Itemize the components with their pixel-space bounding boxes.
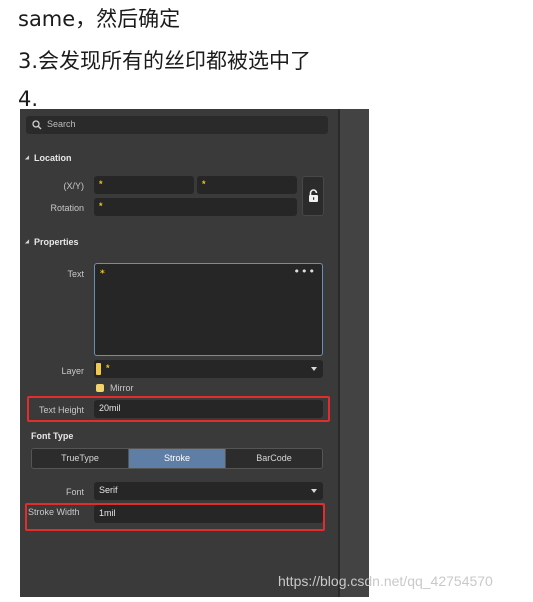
text-value: * bbox=[100, 269, 105, 279]
lock-button[interactable] bbox=[302, 176, 324, 216]
layer-label: Layer bbox=[61, 366, 84, 376]
search-placeholder: Search bbox=[47, 119, 76, 129]
lock-icon bbox=[309, 189, 318, 202]
properties-section-header[interactable]: Properties bbox=[24, 237, 79, 247]
more-options-icon[interactable]: ••• bbox=[294, 265, 316, 278]
font-type-segmented-control[interactable]: TrueType Stroke BarCode bbox=[31, 448, 323, 469]
x-value: * bbox=[99, 179, 103, 189]
properties-panel: Search Location (X/Y) * * Rotation * Pro… bbox=[20, 109, 338, 597]
collapse-triangle-icon bbox=[24, 239, 32, 246]
properties-title: Properties bbox=[34, 237, 79, 247]
panel-divider bbox=[338, 109, 340, 597]
font-type-option-truetype[interactable]: TrueType bbox=[32, 449, 129, 468]
font-type-title: Font Type bbox=[31, 431, 74, 441]
watermark: https://blog.csdn.net/qq_42754570 bbox=[278, 573, 493, 589]
collapse-triangle-icon bbox=[24, 155, 32, 162]
layer-color-swatch bbox=[96, 363, 101, 375]
font-label: Font bbox=[65, 487, 84, 497]
font-type-option-stroke[interactable]: Stroke bbox=[129, 449, 226, 468]
doc-text-line-1: same，然后确定 bbox=[18, 7, 181, 31]
mirror-checkbox[interactable] bbox=[96, 384, 104, 392]
font-dropdown[interactable]: Serif bbox=[94, 482, 323, 500]
chevron-down-icon bbox=[311, 489, 317, 493]
rotation-value: * bbox=[99, 201, 103, 211]
mirror-label: Mirror bbox=[110, 383, 134, 393]
chevron-down-icon bbox=[311, 367, 317, 371]
search-icon bbox=[32, 120, 42, 130]
xy-label: (X/Y) bbox=[63, 181, 84, 191]
layer-dropdown[interactable]: * bbox=[94, 360, 323, 378]
scrollbar-track[interactable] bbox=[338, 109, 369, 597]
x-field[interactable]: * bbox=[94, 176, 194, 194]
location-section-header[interactable]: Location bbox=[24, 153, 72, 163]
font-type-option-barcode[interactable]: BarCode bbox=[226, 449, 322, 468]
rotation-label: Rotation bbox=[50, 203, 84, 213]
text-label: Text bbox=[67, 269, 84, 279]
font-value: Serif bbox=[99, 485, 118, 495]
search-input[interactable]: Search bbox=[26, 116, 328, 134]
text-input-area[interactable]: * ••• bbox=[94, 263, 323, 356]
stroke-width-highlight bbox=[25, 503, 325, 531]
properties-screenshot: Search Location (X/Y) * * Rotation * Pro… bbox=[20, 109, 369, 597]
text-height-highlight bbox=[27, 396, 330, 422]
doc-text-line-2: 3.会发现所有的丝印都被选中了 bbox=[18, 49, 312, 73]
layer-value: * bbox=[106, 363, 110, 373]
location-title: Location bbox=[34, 153, 72, 163]
rotation-field[interactable]: * bbox=[94, 198, 297, 216]
y-field[interactable]: * bbox=[197, 176, 297, 194]
y-value: * bbox=[202, 179, 206, 189]
